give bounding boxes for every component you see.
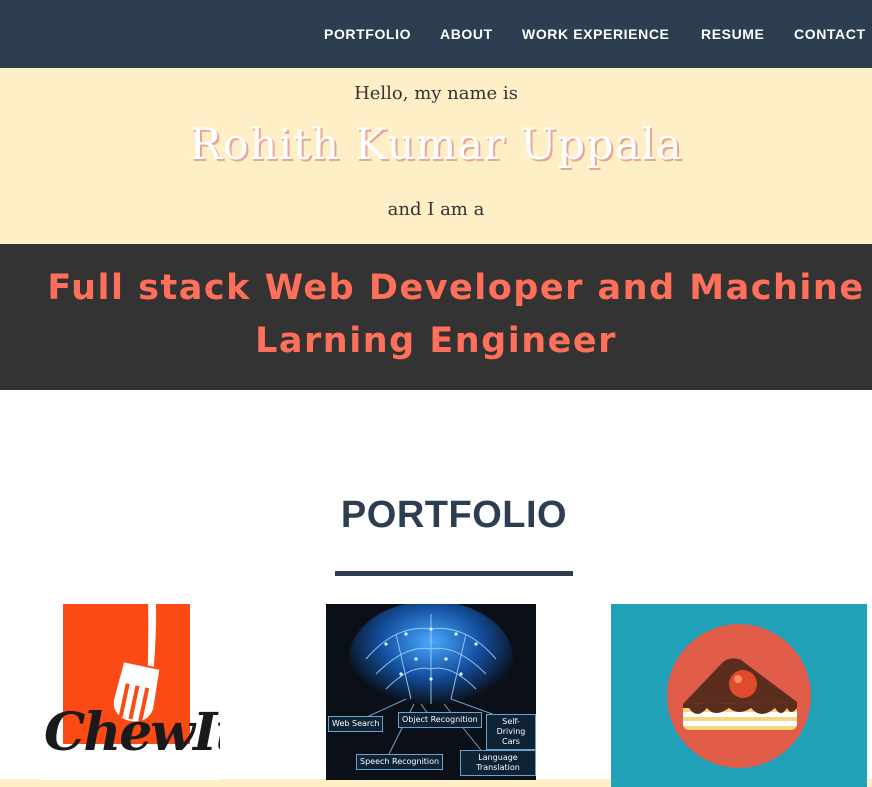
top-navbar: PORTFOLIO ABOUT WORK EXPERIENCE RESUME C…: [0, 0, 872, 68]
nav-about-link[interactable]: ABOUT: [440, 26, 493, 42]
role-banner: Full stack Web Developer and Machine Lar…: [0, 244, 872, 390]
portfolio-item-chewit[interactable]: ChewIt: [40, 604, 220, 780]
nav-resume-link[interactable]: RESUME: [701, 26, 765, 42]
chewit-logo-text: ChewIt: [44, 702, 220, 763]
hero-subtext: and I am a: [387, 199, 485, 220]
label-self-driving-cars: Self-Driving Cars: [486, 714, 536, 750]
hero-section: Hello, my name is Rohith Kumar Uppala an…: [0, 68, 872, 244]
role-line-2: Larning Engineer: [255, 321, 617, 361]
nav-portfolio-link[interactable]: PORTFOLIO: [324, 26, 411, 42]
portfolio-item-cake[interactable]: [611, 604, 867, 787]
nav-contact-link[interactable]: CONTACT: [794, 26, 866, 42]
nav-work-experience-link[interactable]: WORK EXPERIENCE: [522, 26, 669, 42]
portfolio-title: PORTFOLIO: [340, 494, 568, 536]
label-speech-recognition: Speech Recognition: [356, 754, 444, 770]
label-language-translation: Language Translation: [460, 750, 536, 776]
label-web-search: Web Search: [328, 716, 384, 732]
role-line-1: Full stack Web Developer and Machine: [47, 268, 865, 308]
label-object-recognition: Object Recognition: [398, 712, 482, 728]
hero-greeting: Hello, my name is: [354, 83, 518, 104]
portfolio-item-machine-learning[interactable]: Web Search Object Recognition Self-Drivi…: [326, 604, 536, 780]
hero-name: Rohith Kumar Uppala: [189, 120, 683, 170]
cake-icon: [667, 624, 811, 768]
title-divider: [335, 571, 573, 576]
